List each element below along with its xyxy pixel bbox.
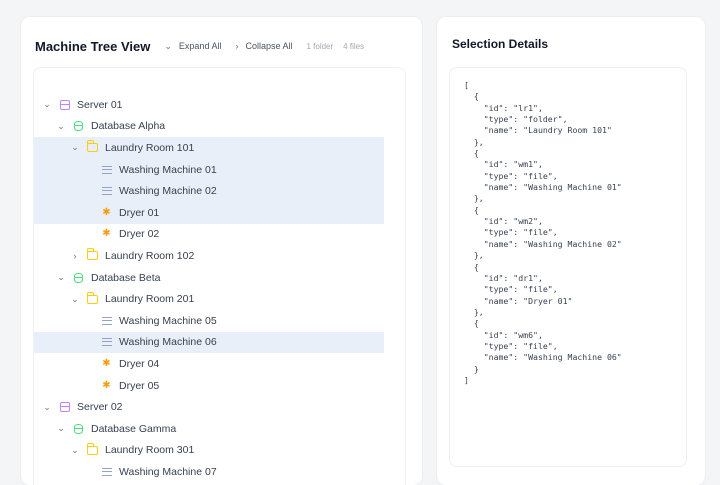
tree-row[interactable]: ⌄ Server 01 bbox=[34, 94, 384, 116]
folder-icon bbox=[86, 442, 99, 456]
chevron-down-icon[interactable]: ⌄ bbox=[70, 445, 80, 456]
folder-icon bbox=[86, 140, 99, 153]
tree-view-title: Machine Tree View bbox=[35, 38, 151, 54]
washing-machine-icon bbox=[100, 186, 113, 197]
database-icon bbox=[72, 121, 85, 132]
chevron-down-icon: ⌄ bbox=[164, 40, 172, 51]
tree-row[interactable]: ⌄ Database Beta bbox=[34, 267, 384, 289]
dryer-icon: ✱ bbox=[102, 206, 111, 218]
tree-row[interactable]: ⌄Washing Machine 01 bbox=[34, 158, 384, 181]
folder-count: 1 folder bbox=[306, 41, 334, 51]
server-icon bbox=[58, 99, 71, 110]
tree-row-label: Laundry Room 301 bbox=[105, 444, 195, 457]
tree-row[interactable]: ⌄ Laundry Room 201 bbox=[34, 288, 384, 310]
tree-row[interactable]: ⌄ Database Alpha bbox=[34, 116, 384, 138]
folder-icon bbox=[86, 291, 99, 305]
tree-row-label: Database Beta bbox=[91, 271, 161, 284]
tree-row[interactable]: ⌄ Laundry Room 301 bbox=[34, 440, 384, 462]
dryer-icon: ✱ bbox=[102, 228, 111, 240]
chevron-down-icon[interactable]: ⌄ bbox=[42, 402, 52, 413]
tree-row[interactable]: ⌄✱Dryer 05 bbox=[34, 375, 384, 397]
chevron-down-icon[interactable]: ⌄ bbox=[70, 294, 80, 305]
collapse-all-label: Collapse All bbox=[245, 41, 293, 51]
chevron-down-icon[interactable]: ⌄ bbox=[56, 121, 66, 132]
tree-row-label: Database Gamma bbox=[91, 422, 177, 435]
tree-row[interactable]: ⌄Washing Machine 06 bbox=[34, 331, 384, 354]
dryer-icon: ✱ bbox=[102, 357, 111, 369]
tree-row[interactable]: › Laundry Room 102 bbox=[34, 245, 384, 267]
tree-row-label: Washing Machine 01 bbox=[119, 163, 217, 176]
chevron-down-icon[interactable]: ⌄ bbox=[56, 272, 66, 283]
selection-json-box: [ { "id": "lr1", "type": "folder", "name… bbox=[449, 67, 687, 467]
tree-row-label: Washing Machine 06 bbox=[119, 336, 217, 349]
selection-details-title: Selection Details bbox=[452, 37, 549, 51]
tree-row[interactable]: ⌄Washing Machine 07 bbox=[34, 461, 384, 483]
tree-row-label: Laundry Room 201 bbox=[105, 293, 195, 306]
tree-row-label: Washing Machine 02 bbox=[119, 185, 217, 198]
tree-row-label: Database Alpha bbox=[91, 120, 166, 133]
tree-row-label: Dryer 04 bbox=[119, 357, 160, 370]
tree-row[interactable]: ⌄✱Dryer 04 bbox=[34, 353, 384, 375]
washing-machine-icon bbox=[100, 337, 113, 348]
tree-row-label: Washing Machine 05 bbox=[119, 314, 217, 327]
tree-row-label: Laundry Room 101 bbox=[105, 141, 195, 154]
tree-row[interactable]: ⌄Washing Machine 02 bbox=[34, 180, 384, 202]
tree-row[interactable]: ⌄✱Dryer 01 bbox=[34, 202, 384, 224]
selection-json: [ { "id": "lr1", "type": "folder", "name… bbox=[464, 80, 622, 385]
tree-row-label: Server 02 bbox=[77, 401, 123, 414]
chevron-right-icon[interactable]: › bbox=[70, 251, 80, 261]
selection-details-card: Selection Details [ { "id": "lr1", "type… bbox=[436, 16, 706, 485]
chevron-down-icon[interactable]: ⌄ bbox=[42, 99, 52, 110]
tree-row-label: Laundry Room 102 bbox=[105, 249, 195, 262]
expand-all-label: Expand All bbox=[178, 41, 222, 51]
tree-row[interactable]: ⌄ Laundry Room 101 bbox=[34, 137, 384, 159]
tree-row[interactable]: ⌄✱Dryer 02 bbox=[34, 224, 384, 246]
server-icon bbox=[58, 402, 71, 413]
chevron-right-icon: › bbox=[235, 41, 239, 51]
chevron-down-icon[interactable]: ⌄ bbox=[70, 142, 80, 153]
chevron-down-icon[interactable]: ⌄ bbox=[56, 423, 66, 434]
tree-row-label: Server 01 bbox=[77, 98, 123, 111]
tree-row[interactable]: ⌄ Database Gamma bbox=[34, 418, 384, 440]
tree-row[interactable]: ⌄Washing Machine 05 bbox=[34, 310, 384, 332]
expand-all-button[interactable]: ⌄ Expand All bbox=[164, 41, 221, 52]
tree-view-card: Machine Tree View ⌄ Expand All › Collaps… bbox=[20, 16, 423, 485]
tree-row-label: Washing Machine 07 bbox=[119, 465, 217, 478]
database-icon bbox=[72, 272, 85, 283]
tree-row-label: Dryer 01 bbox=[119, 206, 160, 219]
database-icon bbox=[72, 423, 85, 434]
washing-machine-icon bbox=[100, 315, 113, 326]
folder-icon bbox=[86, 248, 99, 261]
tree-row[interactable]: ⌄ Server 02 bbox=[34, 396, 384, 418]
machine-tree: ⌄ Server 01 ⌄ Database Alpha ⌄ Laundry Room 1… bbox=[33, 67, 406, 485]
file-count: 4 files bbox=[343, 41, 365, 51]
tree-row-label: Dryer 05 bbox=[119, 379, 160, 392]
tree-toolbar: Machine Tree View ⌄ Expand All › Collaps… bbox=[35, 37, 412, 55]
tree-row-label: Dryer 02 bbox=[119, 228, 160, 241]
collapse-all-button[interactable]: › Collapse All bbox=[235, 41, 292, 51]
washing-machine-icon bbox=[100, 164, 113, 175]
dryer-icon: ✱ bbox=[102, 379, 111, 391]
washing-machine-icon bbox=[100, 466, 113, 477]
